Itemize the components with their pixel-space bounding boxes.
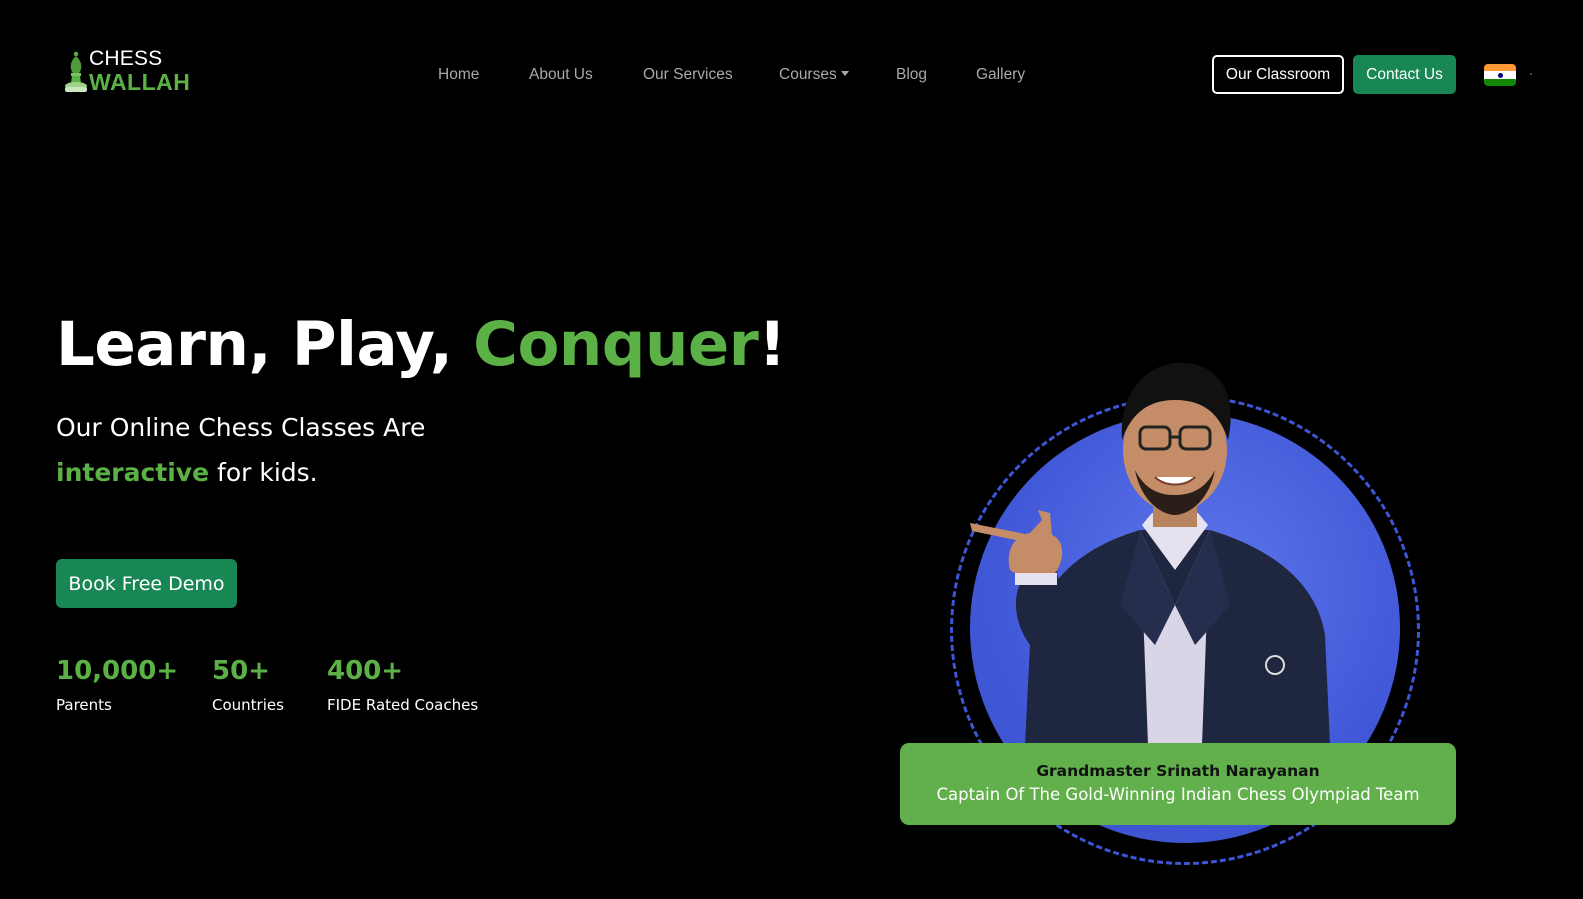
chess-bishop-logo-icon	[65, 51, 87, 92]
stat-value: 400+	[327, 656, 404, 686]
nav-courses-label: Courses	[779, 66, 837, 83]
stat-parents: 10,000+ Parents	[56, 654, 178, 714]
grandmaster-caption-card: Grandmaster Srinath Narayanan Captain Of…	[900, 743, 1456, 825]
nav-our-services[interactable]: Our Services	[643, 64, 733, 86]
grandmaster-portrait-image	[970, 362, 1330, 745]
chess-wallah-logo[interactable]: CHESS WALLAH	[63, 48, 203, 98]
nav-about-us[interactable]: About Us	[529, 64, 593, 86]
our-classroom-button[interactable]: Our Classroom	[1212, 55, 1344, 94]
book-free-demo-button[interactable]: Book Free Demo	[56, 559, 237, 608]
logo-text-wallah: WALLAH	[89, 69, 191, 95]
headline-end: !	[758, 309, 786, 380]
nav-courses[interactable]: Courses	[779, 64, 849, 86]
hero-subheading: Our Online Chess Classes Are interactive…	[56, 405, 616, 495]
language-dropdown-dot-icon[interactable]	[1530, 73, 1532, 75]
grandmaster-role: Captain Of The Gold-Winning Indian Chess…	[936, 785, 1420, 804]
stat-label: FIDE Rated Coaches	[327, 696, 479, 714]
stat-coaches: 400+ FIDE Rated Coaches	[327, 654, 478, 714]
subheading-rest: for kids.	[209, 458, 318, 487]
logo-text-chess: CHESS	[89, 47, 163, 70]
india-flag-icon[interactable]	[1484, 64, 1516, 86]
chevron-down-icon	[840, 71, 849, 76]
subheading-highlight: interactive	[56, 458, 210, 487]
hero-headline: Learn, Play, Conquer!	[56, 305, 786, 385]
grandmaster-name: Grandmaster Srinath Narayanan	[1036, 762, 1320, 780]
stat-label: Countries	[212, 696, 284, 714]
stat-countries: 50+ Countries	[212, 654, 284, 714]
contact-us-button[interactable]: Contact Us	[1353, 55, 1456, 94]
headline-part1: Learn, Play,	[56, 309, 474, 380]
nav-gallery[interactable]: Gallery	[976, 64, 1025, 86]
subheading-line1: Our Online Chess Classes Are	[56, 413, 426, 442]
navbar: CHESS WALLAH Home About Us Our Services …	[0, 0, 1583, 150]
nav-blog[interactable]: Blog	[896, 64, 927, 86]
nav-home[interactable]: Home	[438, 64, 479, 86]
stat-label: Parents	[56, 696, 112, 714]
stat-value: 50+	[212, 656, 270, 686]
headline-highlight: Conquer	[473, 309, 759, 380]
stat-value: 10,000+	[56, 656, 179, 686]
